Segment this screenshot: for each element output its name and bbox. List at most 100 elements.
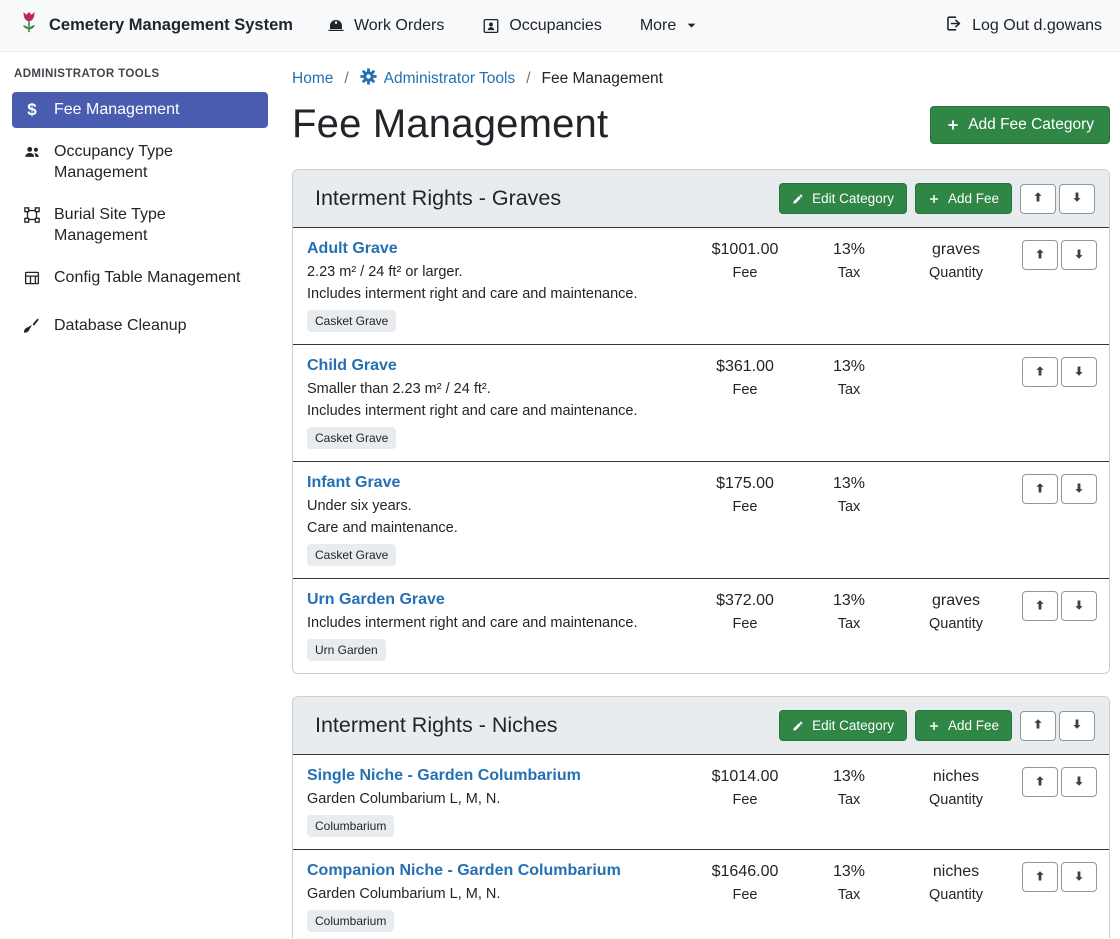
fee-amount-label: Fee (693, 265, 797, 281)
move-fee-up-button[interactable] (1022, 357, 1058, 387)
move-fee-up-button[interactable] (1022, 862, 1058, 892)
move-category-up-button[interactable] (1020, 711, 1056, 741)
breadcrumb-separator: / (344, 70, 348, 88)
fee-amount-label: Fee (693, 499, 797, 515)
tax-label: Tax (797, 265, 901, 281)
sidebar: ADMINISTRATOR TOOLS $ Fee Management Occ… (0, 52, 280, 938)
fee-reorder-controls (1011, 474, 1097, 504)
move-category-down-button[interactable] (1059, 184, 1095, 214)
quantity-unit: niches (901, 768, 1011, 786)
plus-icon (928, 193, 940, 205)
add-fee-button[interactable]: Add Fee (915, 183, 1012, 214)
sidebar-item-burial-site-type-management[interactable]: Burial Site Type Management (12, 197, 268, 254)
edit-category-label: Edit Category (812, 718, 894, 733)
nav-occupancies[interactable]: Occupancies (482, 17, 602, 35)
table-icon (22, 269, 42, 293)
move-fee-up-button[interactable] (1022, 767, 1058, 797)
fee-name-link[interactable]: Infant Grave (307, 474, 400, 492)
tax-column: 13% Tax (797, 862, 901, 903)
move-fee-down-button[interactable] (1061, 240, 1097, 270)
nav-more[interactable]: More (640, 17, 698, 35)
tax-value: 13% (797, 768, 901, 786)
move-fee-down-button[interactable] (1061, 474, 1097, 504)
breadcrumb-separator: / (526, 70, 530, 88)
fee-info: Companion Niche - Garden Columbarium Gar… (307, 862, 693, 932)
fee-info: Child Grave Smaller than 2.23 m² / 24 ft… (307, 357, 693, 449)
fee-amount-label: Fee (693, 616, 797, 632)
fee-name-link[interactable]: Adult Grave (307, 240, 398, 258)
title-row: Fee Management Add Fee Category (292, 102, 1110, 147)
arrow-up-icon (1032, 190, 1044, 207)
tax-value: 13% (797, 475, 901, 493)
quantity-column: niches Quantity (901, 767, 1011, 808)
quantity-label: Quantity (901, 887, 1011, 903)
quantity-label: Quantity (901, 616, 1011, 632)
fee-name-link[interactable]: Urn Garden Grave (307, 591, 445, 609)
fee-row: Adult Grave 2.23 m² / 24 ft² or larger. … (293, 227, 1109, 344)
fee-name-link[interactable]: Child Grave (307, 357, 397, 375)
move-fee-down-button[interactable] (1061, 767, 1097, 797)
arrow-group (1022, 474, 1097, 504)
arrow-down-icon (1073, 869, 1085, 886)
plus-icon (928, 720, 940, 732)
page-title: Fee Management (292, 102, 608, 147)
tax-column: 13% Tax (797, 240, 901, 281)
arrow-down-icon (1073, 364, 1085, 381)
tax-column: 13% Tax (797, 474, 901, 515)
category-reorder-controls (1020, 711, 1095, 741)
fee-amount: $175.00 (693, 475, 797, 493)
quantity-unit: niches (901, 863, 1011, 881)
logout-button[interactable]: Log Out d.gowans (944, 14, 1102, 38)
move-category-down-button[interactable] (1059, 711, 1095, 741)
main-content: Home / (280, 52, 1120, 938)
logout-label: Log Out d.gowans (972, 17, 1102, 35)
nav-work-orders[interactable]: Work Orders (327, 17, 444, 35)
move-fee-down-button[interactable] (1061, 357, 1097, 387)
fee-rows: Adult Grave 2.23 m² / 24 ft² or larger. … (293, 227, 1109, 673)
breadcrumb-admin-tools-link[interactable]: Administrator Tools (360, 68, 516, 90)
fee-amount-column: $1014.00 Fee (693, 767, 797, 808)
move-category-up-button[interactable] (1020, 184, 1056, 214)
fee-amount-column: $1646.00 Fee (693, 862, 797, 903)
sidebar-item-occupancy-type-management[interactable]: Occupancy Type Management (12, 134, 268, 191)
fee-category-card: Interment Rights - Niches Edit Category … (292, 696, 1110, 938)
tax-column: 13% Tax (797, 357, 901, 398)
breadcrumb-home-link[interactable]: Home (292, 70, 333, 88)
person-booth-icon (482, 17, 500, 35)
fee-amount: $372.00 (693, 592, 797, 610)
fee-info: Adult Grave 2.23 m² / 24 ft² or larger. … (307, 240, 693, 332)
arrow-up-icon (1034, 247, 1046, 264)
fee-name-link[interactable]: Companion Niche - Garden Columbarium (307, 862, 621, 880)
pencil-icon (792, 720, 804, 732)
brand-title: Cemetery Management System (49, 16, 293, 35)
edit-category-button[interactable]: Edit Category (779, 183, 907, 214)
arrow-group (1022, 357, 1097, 387)
move-fee-up-button[interactable] (1022, 474, 1058, 504)
breadcrumb-admin-tools-label: Administrator Tools (384, 70, 516, 88)
fee-rows: Single Niche - Garden Columbarium Garden… (293, 754, 1109, 938)
sidebar-item-config-table-management[interactable]: Config Table Management (12, 260, 268, 301)
move-fee-down-button[interactable] (1061, 591, 1097, 621)
tax-label: Tax (797, 887, 901, 903)
sidebar-item-database-cleanup[interactable]: Database Cleanup (12, 308, 268, 349)
fee-amount-column: $361.00 Fee (693, 357, 797, 398)
category-title: Interment Rights - Graves (315, 186, 561, 211)
add-fee-category-button[interactable]: Add Fee Category (930, 106, 1110, 144)
add-fee-button[interactable]: Add Fee (915, 710, 1012, 741)
sidebar-item-label: Config Table Management (54, 268, 241, 288)
sidebar-item-fee-management[interactable]: $ Fee Management (12, 92, 268, 128)
brand-link[interactable]: Cemetery Management System (18, 10, 293, 41)
nav-work-orders-label: Work Orders (354, 17, 444, 35)
move-fee-down-button[interactable] (1061, 862, 1097, 892)
move-fee-up-button[interactable] (1022, 591, 1058, 621)
category-actions: Edit Category Add Fee (779, 183, 1095, 214)
fee-name-link[interactable]: Single Niche - Garden Columbarium (307, 767, 581, 785)
sidebar-item-label: Database Cleanup (54, 316, 187, 336)
tax-label: Tax (797, 499, 901, 515)
edit-category-button[interactable]: Edit Category (779, 710, 907, 741)
fee-type-badge: Casket Grave (307, 310, 396, 332)
arrow-up-icon (1034, 774, 1046, 791)
move-fee-up-button[interactable] (1022, 240, 1058, 270)
quantity-column: graves Quantity (901, 240, 1011, 281)
nav-more-label: More (640, 17, 676, 35)
